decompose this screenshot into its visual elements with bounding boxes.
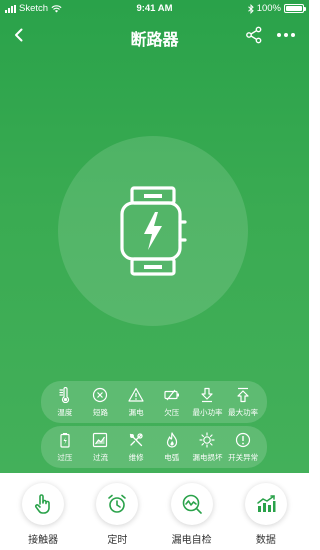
tab-leakage-selftest[interactable]: 漏电自检 xyxy=(162,473,222,550)
x-circle-icon xyxy=(93,387,108,402)
indicator-label: 过流 xyxy=(92,452,108,462)
indicator-max-power: 最大功率 xyxy=(226,381,260,423)
chart-box-icon xyxy=(93,432,108,447)
hand-touch-icon xyxy=(35,494,50,514)
indicator-leakage: 漏电 xyxy=(119,381,153,423)
indicator-switch-abnormal: 开关异常 xyxy=(226,426,260,468)
alarm-clock-icon xyxy=(108,494,127,513)
indicator-overvoltage: 过压 xyxy=(48,426,82,468)
indicator-label: 最小功率 xyxy=(192,407,223,417)
more-icon[interactable] xyxy=(275,26,297,44)
low-battery-icon xyxy=(164,389,179,400)
indicator-label: 最大功率 xyxy=(228,407,259,417)
indicator-label: 漏电 xyxy=(128,407,144,417)
tab-icon-circle[interactable] xyxy=(244,483,287,525)
tab-icon-circle[interactable] xyxy=(96,483,139,525)
tools-icon xyxy=(129,432,143,446)
indicator-label: 温度 xyxy=(57,407,73,417)
indicator-overcurrent: 过流 xyxy=(83,426,117,468)
alert-circle-icon xyxy=(236,432,251,447)
bottom-tab-bar: 接触器 定时 漏电自检 数据 xyxy=(0,473,309,550)
status-bar: Sketch 9:41 AM 100% xyxy=(0,0,309,16)
indicator-short-circuit: 短路 xyxy=(83,381,117,423)
bar-chart-icon xyxy=(257,495,276,512)
tab-label: 漏电自检 xyxy=(171,535,212,546)
tab-timer[interactable]: 定时 xyxy=(87,473,147,550)
status-right-group: 100% xyxy=(247,3,306,14)
arrow-down-icon xyxy=(201,387,214,402)
indicator-panel-bottom: 过压 过流 维修 电弧 漏电损坏 开关异常 xyxy=(41,426,267,468)
tab-icon-circle[interactable] xyxy=(170,483,213,525)
indicator-min-power: 最小功率 xyxy=(190,381,224,423)
indicator-leakage-damage: 漏电损坏 xyxy=(190,426,224,468)
search-wave-icon xyxy=(182,494,202,514)
nav-bar: 断路器 xyxy=(0,18,309,52)
indicator-label: 过压 xyxy=(57,452,73,462)
indicator-arc: 电弧 xyxy=(155,426,189,468)
warning-triangle-icon xyxy=(128,387,144,402)
battery-percent: 100% xyxy=(256,3,281,14)
battery-icon xyxy=(284,4,306,13)
breaker-device-icon[interactable] xyxy=(120,186,188,278)
indicator-label: 漏电损坏 xyxy=(192,452,223,462)
share-icon[interactable] xyxy=(245,26,263,44)
indicator-label: 开关异常 xyxy=(228,452,259,462)
flame-icon xyxy=(166,431,177,448)
tab-label: 定时 xyxy=(107,535,128,546)
arrow-up-icon xyxy=(237,387,249,402)
tab-label: 数据 xyxy=(255,535,276,546)
main-screen: Sketch 9:41 AM 100% 断路器 温度 短路 漏电 欠压 最小功率… xyxy=(0,0,309,473)
indicator-undervoltage: 欠压 xyxy=(155,381,189,423)
burst-icon xyxy=(199,431,216,448)
tab-label: 接触器 xyxy=(28,535,59,546)
indicator-temperature: 温度 xyxy=(48,381,82,423)
tab-icon-circle[interactable] xyxy=(22,483,65,525)
indicator-panel-top: 温度 短路 漏电 欠压 最小功率 最大功率 xyxy=(41,381,267,423)
tab-contactor[interactable]: 接触器 xyxy=(13,473,73,550)
indicator-maintenance: 维修 xyxy=(119,426,153,468)
bluetooth-icon xyxy=(247,3,254,14)
battery-bolt-icon xyxy=(60,432,70,448)
indicator-label: 短路 xyxy=(92,407,108,417)
tab-data[interactable]: 数据 xyxy=(236,473,296,550)
thermometer-icon xyxy=(59,386,69,403)
indicator-label: 维修 xyxy=(128,452,144,462)
indicator-label: 欠压 xyxy=(164,407,180,417)
indicator-label: 电弧 xyxy=(164,452,180,462)
